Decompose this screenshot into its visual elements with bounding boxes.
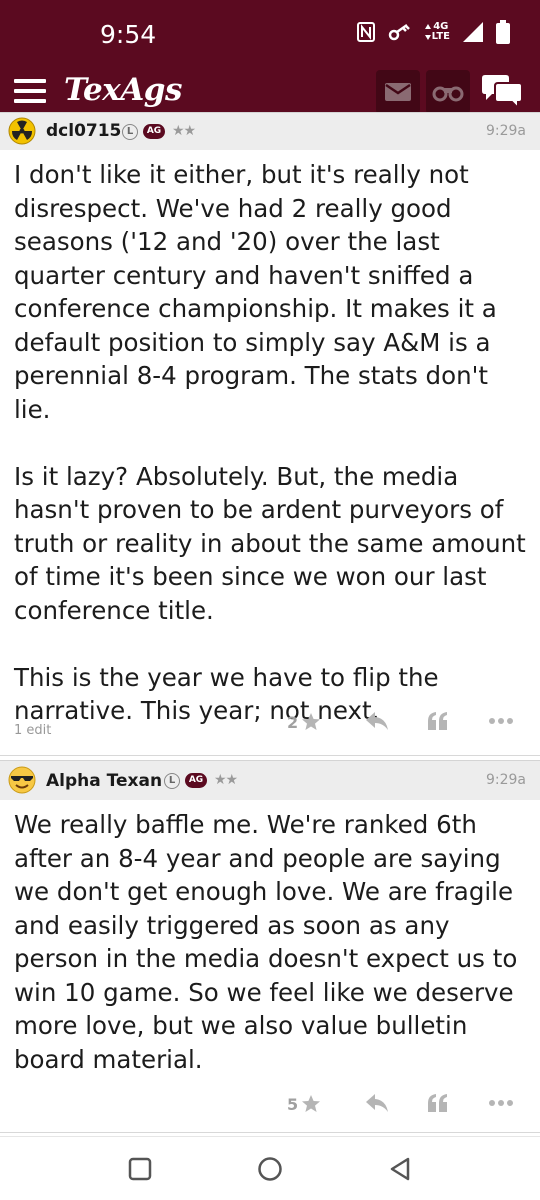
binoculars-icon [432,86,464,102]
user-stars: ★★ [214,772,238,788]
network-bottom: LTE [431,31,450,42]
username[interactable]: dcl0715 [46,121,121,141]
menu-icon[interactable] [14,79,46,103]
badge-ag: AG [185,773,207,788]
star-icon [302,713,321,730]
chat-icon [482,75,523,110]
more-options-icon[interactable] [488,717,514,725]
quote-icon[interactable] [426,710,450,732]
sunglasses-emoji-avatar[interactable] [8,766,36,794]
post-paragraph: Is it lazy? Absolutely. But, the media h… [14,461,526,625]
recents-square-icon [128,1157,152,1181]
status-bar: 9:54 4G LTE [0,0,540,62]
watch-button[interactable] [426,70,470,114]
post-header: Alpha Texan L AG ★★ 9:29a [0,760,540,800]
reply-icon[interactable] [364,1092,390,1114]
post-actions: 5 [0,1090,540,1120]
home-circle-icon [258,1157,282,1181]
username[interactable]: Alpha Texan [46,771,162,791]
messages-button[interactable] [376,70,420,114]
back-button[interactable] [386,1155,414,1183]
vpn-key-icon [388,23,412,41]
status-time: 9:54 [100,20,157,49]
chat-button[interactable] [478,70,526,114]
post-actions: 2 [0,708,540,738]
recents-button[interactable] [126,1155,154,1183]
post-divider [0,755,540,756]
rating-button[interactable]: 2 [287,712,321,732]
post-body: I don't like it either, but it's really … [14,158,530,728]
post-divider [0,1132,540,1133]
battery-icon [496,20,510,44]
post-body: We really baffle me. We're ranked 6th af… [14,808,530,1076]
star-icon [302,1095,321,1112]
mail-icon [385,83,411,101]
reply-icon[interactable] [364,710,390,732]
rating-count: 2 [287,712,299,732]
badge-ag: AG [143,124,165,139]
nfc-icon [356,21,376,43]
badge-l: L [164,773,180,789]
rating-count: 5 [287,1094,299,1114]
badge-l: L [122,124,138,140]
post-time: 9:29a [485,772,526,788]
quote-icon[interactable] [426,1092,450,1114]
post-paragraph: I don't like it either, but it's really … [14,160,497,424]
status-icons: 4G LTE [356,20,510,44]
user-stars: ★★ [172,123,196,139]
radioactive-avatar[interactable] [8,117,36,145]
network-type: 4G LTE [424,22,450,42]
post-paragraph: We really baffle me. We're ranked 6th af… [14,810,518,1074]
more-options-icon[interactable] [488,1099,514,1107]
system-nav-bar [0,1136,540,1200]
back-triangle-icon [390,1157,410,1181]
signal-icon [462,21,484,43]
site-logo[interactable]: TexAgs [64,72,182,108]
home-button[interactable] [256,1155,284,1183]
rating-button[interactable]: 5 [287,1094,321,1114]
post-header: dcl0715 L AG ★★ 9:29a [0,112,540,150]
post-time: 9:29a [485,123,526,139]
